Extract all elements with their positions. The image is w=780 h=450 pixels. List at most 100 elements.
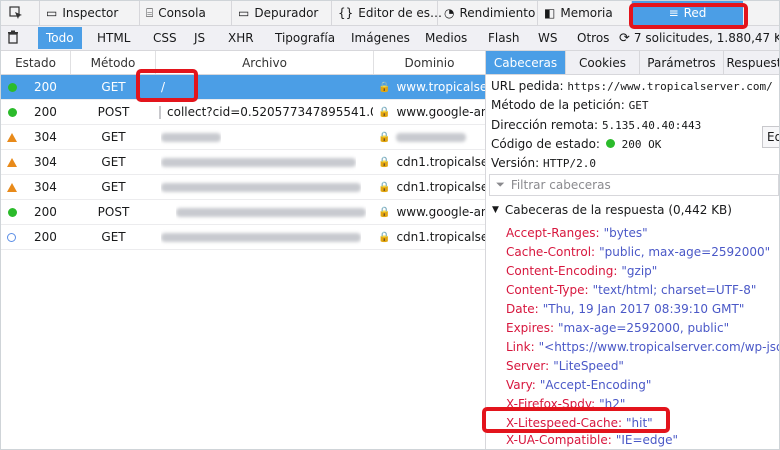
filter-headers-input[interactable]: ⏷ Filtrar cabeceras [489, 174, 779, 196]
header-line: Date: "Thu, 19 Jan 2017 08:39:10 GMT" [506, 299, 744, 319]
header-name: Expires: [506, 321, 554, 335]
table-row[interactable]: 200 POST collect?cid=0.520577347895541.0… [1, 100, 485, 125]
filter-media[interactable]: Medios [417, 27, 475, 49]
status-code-line: Código de estado: 200 OK [491, 137, 661, 151]
request-url-label: URL pedida: [491, 79, 564, 93]
filter-flash[interactable]: Flash [480, 27, 527, 49]
tab-headers[interactable]: Cabeceras [486, 51, 566, 74]
tab-performance[interactable]: ◔ Rendimiento [437, 1, 537, 25]
method: POST [97, 205, 130, 219]
header-name: Link: [506, 340, 535, 354]
column-file[interactable]: Archivo [156, 51, 374, 74]
tab-style-editor[interactable]: {} Editor de es… [331, 1, 442, 25]
tab-debugger[interactable]: ▭ Depurador [231, 1, 331, 25]
filter-all[interactable]: Todo [38, 27, 82, 49]
filter-css[interactable]: CSS [145, 27, 185, 49]
header-line: Cache-Control: "public, max-age=2592000" [506, 242, 770, 262]
style-editor-icon: {} [338, 6, 354, 20]
status-code: 200 [34, 230, 57, 244]
domain-text: www.google-ana [396, 105, 485, 119]
header-line: Expires: "max-age=2592000, public" [506, 318, 729, 338]
tab-memory[interactable]: ◧ Memoria [537, 1, 625, 25]
performance-icon: ◔ [444, 6, 455, 20]
tab-params[interactable]: Parámetros [640, 51, 724, 74]
table-row[interactable]: 200 POST 🔒 www.google-ana [1, 200, 485, 225]
request-summary: ⟳ 7 solicitudes, 1.880,47 KB, [619, 26, 779, 50]
header-name: X-Firefox-Spdy: [506, 397, 596, 411]
column-method[interactable]: Método [71, 51, 156, 74]
table-row[interactable]: 200 GET / 🔒 www.tropicalserv [1, 75, 485, 100]
header-name: Cache-Control: [506, 245, 596, 259]
devtools-toolbar: ▭ Inspector ⌸ Consola ▭ Depurador {} Edi… [1, 1, 779, 26]
domain: 🔒 www.google-ana [378, 100, 485, 124]
table-row[interactable]: 304 GET 🔒 [1, 125, 485, 150]
header-name: Content-Encoding: [506, 264, 618, 278]
clear-trash-icon[interactable] [7, 30, 25, 46]
status-ok-icon [605, 139, 615, 148]
method: GET [101, 180, 126, 194]
header-line: Vary: "Accept-Encoding" [506, 375, 651, 395]
header-line: Server: "LiteSpeed" [506, 356, 624, 376]
filter-ws[interactable]: WS [530, 27, 565, 49]
column-domain[interactable]: Dominio [374, 51, 485, 74]
devtools-window: ▭ Inspector ⌸ Consola ▭ Depurador {} Edi… [0, 0, 780, 450]
tab-network[interactable]: ≡ Red [631, 1, 743, 25]
header-value: "Thu, 19 Jan 2017 08:39:10 GMT" [542, 302, 745, 316]
request-method-value: GET [628, 99, 649, 112]
response-headers-section[interactable]: ▼ Cabeceras de la respuesta (0,442 KB) [492, 201, 732, 219]
tab-performance-label: Rendimiento [459, 6, 536, 20]
table-row[interactable]: 304 GET 🔒 cdn1.tropicalserv [1, 175, 485, 200]
table-row[interactable]: 304 GET 🔒 cdn1.tropicalserv [1, 150, 485, 175]
remote-address-line: Dirección remota: 5.135.40.40:443 [491, 118, 701, 132]
status-code: 200 [34, 105, 57, 119]
timer-icon: ⟳ [619, 30, 630, 46]
header-value: "text/html; charset=UTF-8" [592, 283, 757, 297]
header-value: "hit" [626, 416, 653, 430]
header-value: "LiteSpeed" [553, 359, 624, 373]
filter-other[interactable]: Otros [569, 27, 617, 49]
tab-response[interactable]: Respuest [724, 51, 780, 74]
tab-inspector-label: Inspector [62, 6, 119, 20]
domain: 🔒 [378, 125, 485, 149]
request-method-line: Método de la petición: GET [491, 98, 649, 112]
table-row[interactable]: 200 GET 🔒 cdn1.tropicalserv [1, 225, 485, 250]
status-indicator [7, 225, 16, 249]
tab-cookies[interactable]: Cookies [566, 51, 640, 74]
lock-icon: 🔒 [378, 231, 391, 243]
status-indicator [7, 150, 17, 174]
inspector-icon: ▭ [46, 6, 58, 20]
status-code: 304 [34, 180, 57, 194]
edit-resend-button[interactable]: Ed [762, 126, 779, 148]
tab-memory-label: Memoria [560, 6, 613, 20]
domain-text: www.google-ana [396, 205, 485, 219]
domain: 🔒 www.google-ana [378, 200, 485, 224]
filter-fonts[interactable]: Tipografía [267, 27, 343, 49]
tab-console-label: Consola [158, 6, 206, 20]
details-tabs: Cabeceras Cookies Parámetros Respuest [486, 51, 780, 75]
status-indicator [7, 175, 17, 199]
header-line: X-Firefox-Spdy: "h2" [506, 394, 625, 414]
response-headers-title: Cabeceras de la respuesta (0,442 KB) [504, 203, 732, 217]
filter-js[interactable]: JS [186, 27, 213, 49]
tab-style-editor-label: Editor de es… [358, 6, 443, 20]
domain-text: cdn1.tropicalserv [396, 180, 485, 194]
column-status[interactable]: Estado [1, 51, 71, 74]
status-code-value: 200 OK [621, 138, 662, 151]
status-code: 304 [34, 155, 57, 169]
filter-html[interactable]: HTML [89, 27, 138, 49]
method: GET [101, 80, 126, 94]
filter-images[interactable]: Imágenes [343, 27, 418, 49]
method: GET [101, 155, 126, 169]
domain: 🔒 www.tropicalserv [378, 75, 485, 99]
tab-inspector[interactable]: ▭ Inspector [39, 1, 139, 25]
file-name-text: collect?cid=0.520577347895541.0.1... [167, 105, 373, 119]
tab-console[interactable]: ⌸ Consola [139, 1, 231, 25]
filter-xhr[interactable]: XHR [220, 27, 262, 49]
header-line: X-UA-Compatible: "IE=edge" [506, 430, 678, 449]
element-picker-icon[interactable] [1, 1, 31, 25]
header-value: "public, max-age=2592000" [599, 245, 771, 259]
header-name: X-Litespeed-Cache: [506, 416, 623, 430]
tab-network-label: Red [683, 6, 707, 20]
tab-debugger-label: Depurador [254, 6, 319, 20]
domain-text: cdn1.tropicalserv [396, 230, 485, 244]
